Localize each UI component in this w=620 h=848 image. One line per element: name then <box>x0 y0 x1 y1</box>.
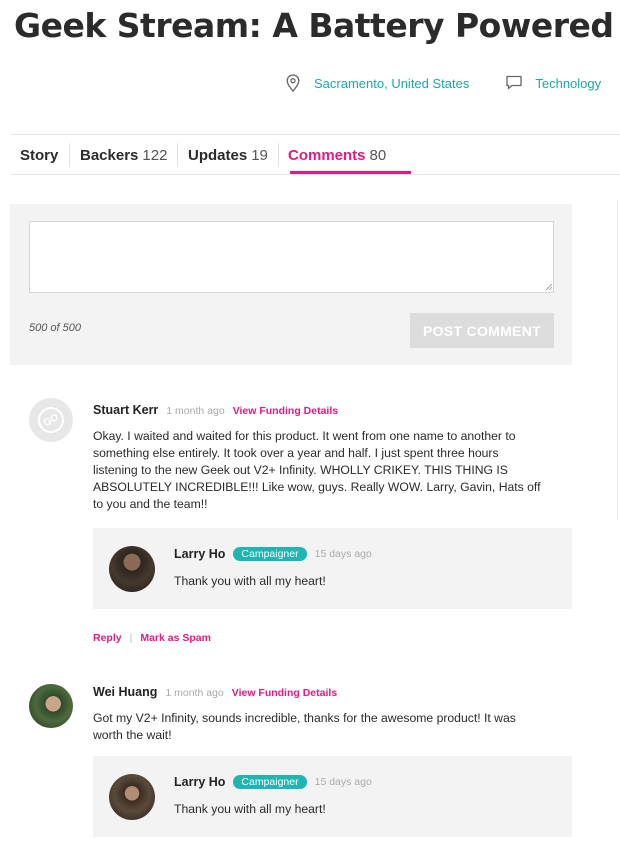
comment-line: something else entirely. It took over a … <box>93 446 499 460</box>
comment-time: 1 month ago <box>165 687 224 699</box>
comment-line: Got my V2+ Infinity, sounds incredible, … <box>93 711 516 725</box>
tab-divider <box>177 143 178 167</box>
avatar-initials: GO <box>33 402 69 438</box>
reply-header: Larry Ho Campaigner 15 days ago <box>174 547 372 561</box>
resize-handle-icon[interactable] <box>546 284 552 290</box>
comment-time: 1 month ago <box>166 405 225 417</box>
campaigner-reply: Larry Ho Campaigner 15 days ago Thank yo… <box>93 528 572 609</box>
comment-actions: Reply | Mark as Spam <box>93 632 211 644</box>
tab-count: 122 <box>142 147 168 164</box>
tab-divider <box>69 143 70 167</box>
comment-line: to you and the team!! <box>93 497 208 511</box>
tab-count: 80 <box>369 147 387 164</box>
campaigner-badge: Campaigner <box>233 775 307 789</box>
commenter-name[interactable]: Wei Huang <box>93 685 157 699</box>
reply-text: Thank you with all my heart! <box>174 574 326 588</box>
location-link[interactable]: Sacramento, United States <box>284 74 469 92</box>
commenter-name[interactable]: Stuart Kerr <box>93 403 158 417</box>
comment-line: listening to the new Geek out V2+ Infini… <box>93 463 508 477</box>
tab-label: Story <box>20 147 59 164</box>
tab-label: Backers <box>80 147 139 164</box>
campaign-title: Geek Stream: A Battery Powered U <box>14 6 620 45</box>
avatar[interactable] <box>109 774 155 820</box>
reply-time: 15 days ago <box>314 776 372 788</box>
campaigner-reply: Larry Ho Campaigner 15 days ago Thank yo… <box>93 756 572 837</box>
character-count: 500 of 500 <box>29 322 81 334</box>
avatar[interactable] <box>29 684 73 728</box>
tab-updates[interactable]: Updates 19 <box>188 147 268 164</box>
replier-name[interactable]: Larry Ho <box>174 775 225 789</box>
view-funding-details-link[interactable]: View Funding Details <box>233 405 338 417</box>
comment-line: Okay. I waited and waited for this produ… <box>93 429 516 443</box>
category-text[interactable]: Technology <box>535 76 601 91</box>
tab-label: Comments <box>288 147 366 164</box>
comment-line: worth the wait! <box>93 728 172 742</box>
comment-textarea[interactable] <box>29 221 554 293</box>
location-text[interactable]: Sacramento, United States <box>314 76 469 91</box>
replier-name[interactable]: Larry Ho <box>174 547 225 561</box>
tab-comments[interactable]: Comments 80 <box>288 147 386 164</box>
campaign-tabs: Story Backers 122 Updates 19 Comments 80 <box>10 134 620 175</box>
comment-text: Okay. I waited and waited for this produ… <box>93 428 540 513</box>
tab-backers[interactable]: Backers 122 <box>80 147 167 164</box>
comment-line: ABSOLUTELY INCREDIBLE!!! Like wow, guys.… <box>93 480 541 494</box>
mark-as-spam-link[interactable]: Mark as Spam <box>140 632 211 644</box>
map-pin-icon <box>284 74 302 92</box>
comment-header: Wei Huang 1 month ago View Funding Detai… <box>93 685 337 699</box>
avatar[interactable]: GO <box>29 398 73 442</box>
action-separator: | <box>129 632 133 644</box>
category-link[interactable]: Technology <box>505 74 601 92</box>
post-comment-button[interactable]: POST COMMENT <box>410 313 554 348</box>
campaigner-badge: Campaigner <box>233 547 307 561</box>
sidebar-divider <box>617 200 618 520</box>
campaign-meta: Sacramento, United States Technology <box>284 74 601 92</box>
reply-link[interactable]: Reply <box>93 632 122 644</box>
tab-divider <box>278 143 279 167</box>
comment-header: Stuart Kerr 1 month ago View Funding Det… <box>93 403 338 417</box>
avatar[interactable] <box>109 546 155 592</box>
comment-form: 500 of 500 POST COMMENT <box>10 204 572 365</box>
view-funding-details-link[interactable]: View Funding Details <box>232 687 337 699</box>
tab-label: Updates <box>188 147 248 164</box>
tab-count: 19 <box>251 147 268 164</box>
active-tab-underline <box>290 171 411 174</box>
comment-text: Got my V2+ Infinity, sounds incredible, … <box>93 710 516 744</box>
reply-text: Thank you with all my heart! <box>174 802 326 816</box>
tab-story[interactable]: Story <box>20 147 58 164</box>
reply-header: Larry Ho Campaigner 15 days ago <box>174 775 372 789</box>
chat-bubble-icon <box>505 74 523 92</box>
reply-time: 15 days ago <box>314 548 372 560</box>
